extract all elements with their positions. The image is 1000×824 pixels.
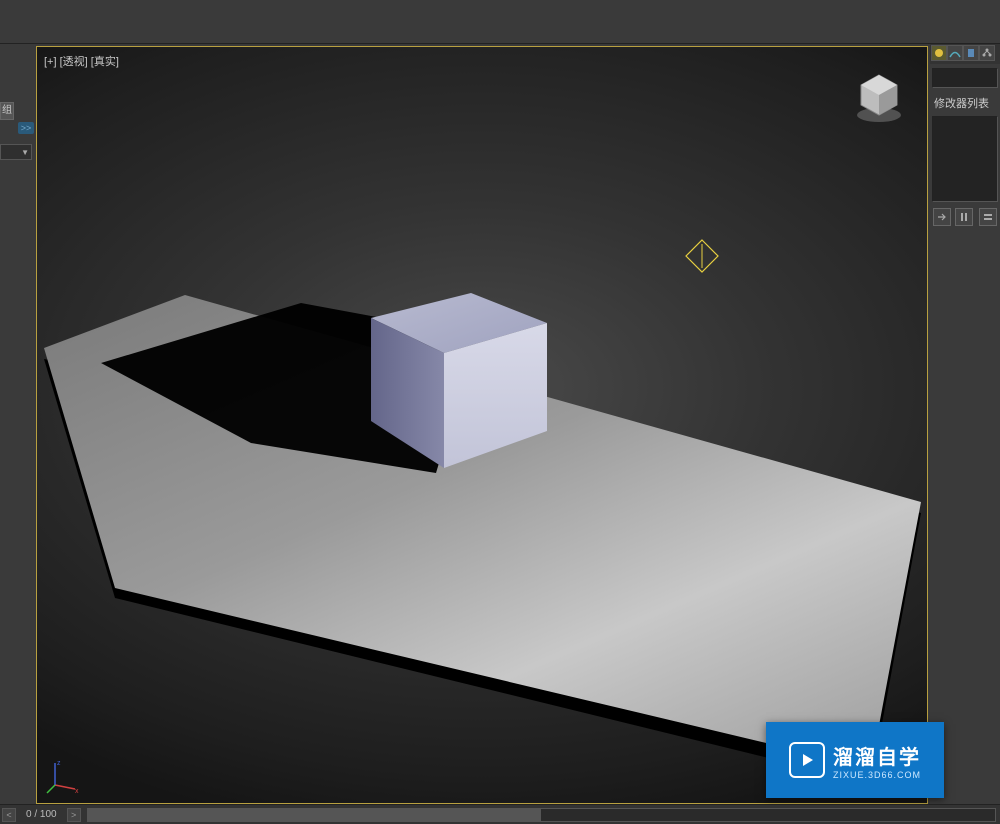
hierarchy-tab[interactable] — [963, 45, 979, 61]
watermark-url: ZIXUE.3D66.COM — [833, 770, 921, 780]
pin-stack-button[interactable] — [933, 208, 951, 226]
left-expand-button[interactable]: >> — [18, 122, 34, 134]
timeline-scrollbar[interactable] — [87, 808, 996, 822]
create-tab[interactable] — [931, 45, 947, 61]
timeline-next-button[interactable]: > — [67, 808, 81, 822]
modifier-list-label: 修改器列表 — [930, 92, 1000, 114]
viewport-container: [+] [透视] [真实] — [36, 46, 928, 804]
command-panel-tabs — [930, 44, 1000, 64]
watermark-title: 溜溜自学 — [833, 741, 921, 770]
axis-gizmo[interactable]: z x — [45, 759, 81, 795]
modify-tab[interactable] — [947, 45, 963, 61]
light-gizmo[interactable] — [685, 239, 719, 273]
scene-geometry — [41, 293, 925, 783]
watermark-badge: 溜溜自学 ZIXUE.3D66.COM — [766, 722, 944, 798]
timeline-bar: < 0 / 100 > — [0, 804, 1000, 824]
viewport-label[interactable]: [+] [透视] [真实] — [44, 53, 119, 69]
svg-text:x: x — [75, 788, 79, 795]
left-dropdown[interactable]: ▼ — [0, 144, 32, 160]
dropdown-arrow-icon: ▼ — [21, 148, 29, 157]
timeline-prev-button[interactable]: < — [2, 808, 16, 822]
watermark-play-icon — [789, 742, 825, 778]
left-panel: 组 >> ▼ — [0, 44, 35, 820]
view-cube[interactable] — [849, 67, 909, 127]
scrollbar-thumb[interactable] — [88, 809, 542, 821]
show-end-result-button[interactable] — [955, 208, 973, 226]
object-name-field[interactable] — [932, 68, 998, 88]
right-command-panel: 修改器列表 — [930, 44, 1000, 820]
configure-sets-button[interactable] — [979, 208, 997, 226]
modifier-list[interactable] — [932, 116, 998, 202]
top-toolbar — [0, 0, 1000, 44]
modifier-stack-tools — [930, 204, 1000, 230]
svg-text:z: z — [57, 760, 61, 767]
display-tab[interactable] — [979, 45, 995, 61]
viewport-perspective[interactable]: [+] [透视] [真实] — [36, 46, 928, 804]
left-panel-tab[interactable]: 组 — [0, 102, 14, 120]
frame-counter: 0 / 100 — [26, 809, 57, 820]
